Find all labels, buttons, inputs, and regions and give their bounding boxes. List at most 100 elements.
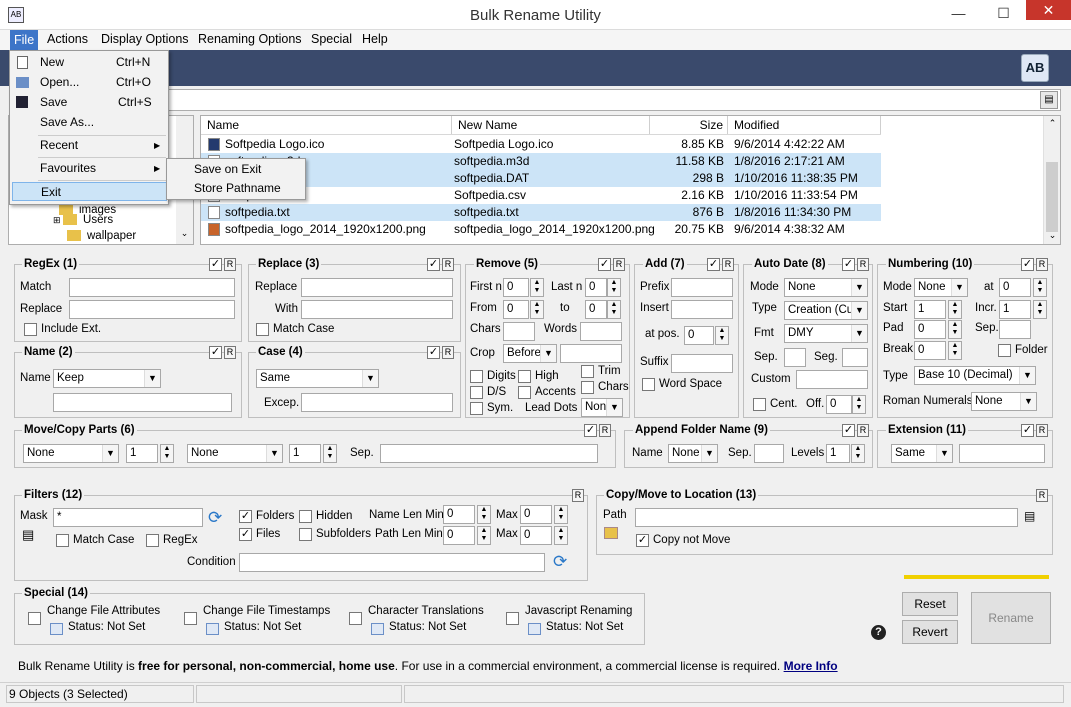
append-sep-input[interactable] [754, 444, 784, 463]
auto-date-mode-select[interactable]: None ▼ [784, 278, 868, 297]
subfolders-checkbox[interactable] [299, 528, 312, 541]
move-copy-select-2[interactable]: None ▼ [187, 444, 283, 463]
crop-select[interactable]: Before ▼ [503, 344, 557, 363]
insert-input[interactable] [671, 300, 733, 319]
auto-date-sep-input[interactable] [784, 348, 806, 367]
numbering-sep-input[interactable] [999, 320, 1031, 339]
move-copy-stepper-1[interactable]: ▲ ▼ [160, 444, 174, 463]
ds-checkbox[interactable] [470, 386, 483, 399]
numbering-mode-select[interactable]: None ▼ [914, 278, 968, 297]
name-len-min-stepper[interactable]: ▲ ▼ [477, 505, 491, 524]
copy-move-reset-button[interactable]: R [1036, 489, 1048, 502]
incr-input[interactable]: 1 [999, 300, 1031, 319]
column-header-name[interactable]: Name [201, 116, 452, 134]
case-reset-button[interactable]: R [442, 346, 454, 359]
move-copy-count-2[interactable]: 1 [289, 444, 321, 463]
move-copy-sep-input[interactable] [380, 444, 598, 463]
tree-item[interactable]: ⊞ Users [53, 214, 113, 226]
append-name-select[interactable]: None ▼ [668, 444, 718, 463]
filter-regex-checkbox[interactable] [146, 534, 159, 547]
append-reset-button[interactable]: R [857, 424, 869, 437]
trim-checkbox[interactable] [581, 365, 594, 378]
sym-checkbox[interactable] [470, 402, 483, 415]
condition-refresh-icon[interactable]: ⟳ [553, 552, 567, 572]
pad-input[interactable]: 0 [914, 320, 946, 339]
accents-checkbox[interactable] [518, 386, 531, 399]
special-item-checkbox[interactable] [28, 612, 41, 625]
numbering-enable-checkbox[interactable]: ✓ [1021, 258, 1034, 271]
numbering-at-stepper[interactable]: ▲ ▼ [1033, 278, 1047, 297]
first-n-input[interactable]: 0 [503, 278, 529, 297]
rename-button[interactable]: Rename [971, 592, 1051, 644]
numbering-reset-button[interactable]: R [1036, 258, 1048, 271]
roman-numerals-select[interactable]: None ▼ [971, 392, 1037, 411]
levels-stepper[interactable]: ▲ ▼ [851, 444, 865, 463]
append-enable-checkbox[interactable]: ✓ [842, 424, 855, 437]
cent-checkbox[interactable] [753, 398, 766, 411]
extension-select[interactable]: Same ▼ [891, 444, 953, 463]
suffix-input[interactable] [671, 354, 733, 373]
auto-date-enable-checkbox[interactable]: ✓ [842, 258, 855, 271]
move-copy-count-1[interactable]: 1 [126, 444, 158, 463]
more-info-link[interactable]: More Info [784, 659, 838, 673]
auto-date-type-select[interactable]: Creation (Cur ▼ [784, 301, 868, 320]
menu-file[interactable]: File [10, 30, 39, 50]
pad-stepper[interactable]: ▲ ▼ [948, 320, 962, 339]
menu-item-favourites[interactable]: Favourites ▶ [12, 159, 167, 178]
menu-item-save-as[interactable]: Save As... [12, 113, 167, 132]
table-row[interactable]: softpedia_logo_2014_1920x1200.png softped… [201, 221, 881, 238]
path-len-min-stepper[interactable]: ▲ ▼ [477, 526, 491, 545]
special-item-label[interactable]: Change File Timestamps [203, 605, 330, 617]
remove-reset-button[interactable]: R [613, 258, 625, 271]
tree-item[interactable]: wallpaper [67, 230, 136, 242]
special-item-checkbox[interactable] [506, 612, 519, 625]
at-pos-stepper[interactable]: ▲ ▼ [715, 326, 729, 345]
folders-checkbox[interactable]: ✓ [239, 510, 252, 523]
browse-folder-icon[interactable]: ▤ [1040, 91, 1058, 109]
filters-reset-button[interactable]: R [572, 489, 584, 502]
regex-enable-checkbox[interactable]: ✓ [209, 258, 222, 271]
special-item-label[interactable]: Javascript Renaming [525, 605, 632, 617]
submenu-item-store-pathname[interactable]: Store Pathname [194, 181, 281, 195]
digits-checkbox[interactable] [470, 370, 483, 383]
browse-folder-icon[interactable]: ▤ [1024, 509, 1035, 523]
to-stepper[interactable]: ▲ ▼ [607, 300, 621, 319]
case-enable-checkbox[interactable]: ✓ [427, 346, 440, 359]
break-stepper[interactable]: ▲ ▼ [948, 341, 962, 360]
column-header-new-name[interactable]: New Name [452, 116, 650, 134]
name-reset-button[interactable]: R [224, 346, 236, 359]
move-copy-enable-checkbox[interactable]: ✓ [584, 424, 597, 437]
to-input[interactable]: 0 [585, 300, 607, 319]
path-len-max-input[interactable]: 0 [520, 526, 552, 545]
prefix-input[interactable] [671, 278, 733, 297]
at-pos-input[interactable]: 0 [684, 326, 714, 345]
revert-button[interactable]: Revert [902, 620, 958, 644]
move-copy-reset-button[interactable]: R [599, 424, 611, 437]
replace-enable-checkbox[interactable]: ✓ [427, 258, 440, 271]
copy-not-move-checkbox[interactable]: ✓ [636, 534, 649, 547]
regex-reset-button[interactable]: R [224, 258, 236, 271]
name-input[interactable] [53, 393, 232, 412]
extension-reset-button[interactable]: R [1036, 424, 1048, 437]
menu-display-options[interactable]: Display Options [97, 32, 193, 46]
refresh-icon[interactable]: ⟳ [208, 508, 222, 528]
menu-special[interactable]: Special [307, 32, 356, 46]
special-item-checkbox[interactable] [184, 612, 197, 625]
chars-checkbox[interactable] [581, 381, 594, 394]
last-n-stepper[interactable]: ▲ ▼ [607, 278, 621, 297]
table-row[interactable]: Softpedia Logo.ico Softpedia Logo.ico 8.85… [201, 136, 881, 153]
name-len-max-stepper[interactable]: ▲ ▼ [554, 505, 568, 524]
path-input[interactable] [168, 89, 1061, 111]
column-header-modified[interactable]: Modified [728, 116, 881, 134]
name-select[interactable]: Keep ▼ [53, 369, 161, 388]
name-len-max-input[interactable]: 0 [520, 505, 552, 524]
words-input[interactable] [580, 322, 622, 341]
special-item-label[interactable]: Character Translations [368, 605, 484, 617]
with-input[interactable] [301, 300, 453, 319]
hidden-checkbox[interactable] [299, 510, 312, 523]
menu-actions[interactable]: Actions [43, 32, 92, 46]
regex-match-input[interactable] [69, 278, 235, 297]
special-item-checkbox[interactable] [349, 612, 362, 625]
replace-input[interactable] [301, 278, 453, 297]
minimize-button[interactable]: — [936, 0, 981, 26]
